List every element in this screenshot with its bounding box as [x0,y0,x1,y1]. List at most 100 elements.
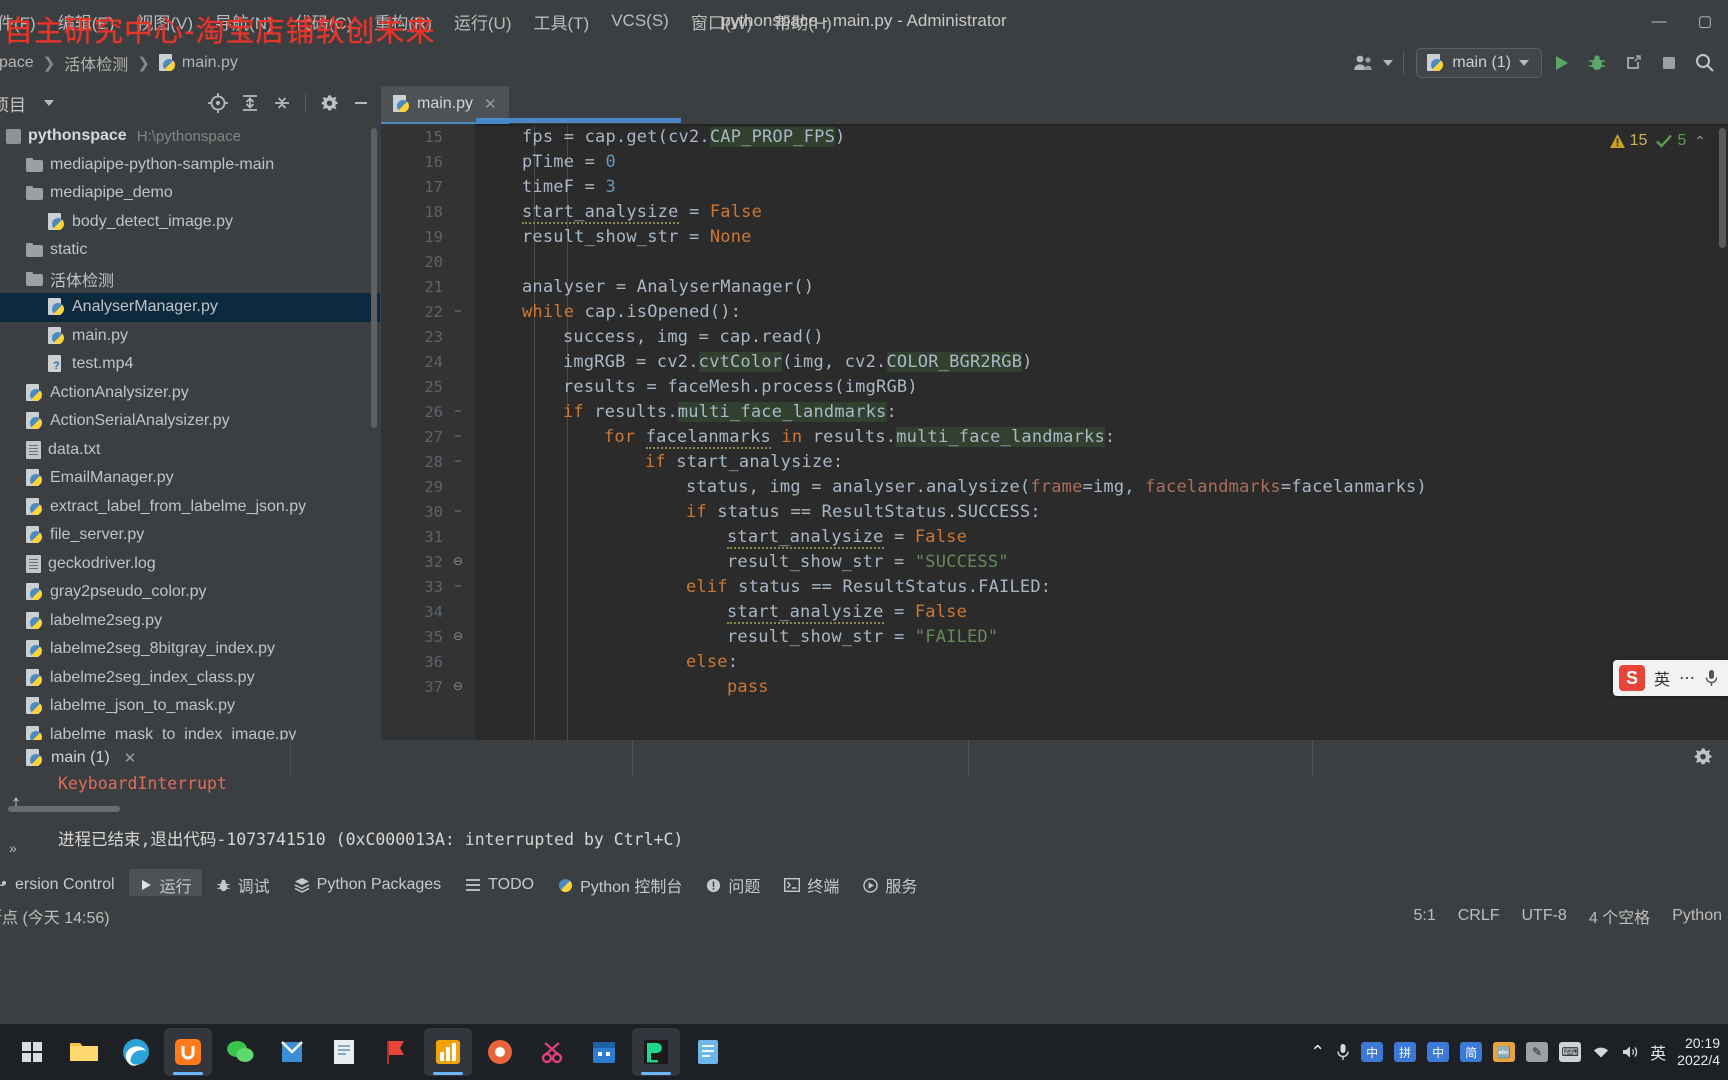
scroll-up-icon[interactable]: ↑ [10,790,36,818]
tree-row[interactable]: ActionSerialAnalysizer.py [0,407,380,436]
close-icon[interactable]: ✕ [124,749,137,767]
code-line[interactable]: 33− elif status == ResultStatus.FAILED: [381,574,1728,599]
run-console[interactable]: ↑ » KeyboardInterrupt 进程已结束,退出代码-1073741… [0,774,1728,866]
tree-row[interactable]: ? test.mp4 [0,350,380,379]
calendar-icon[interactable] [580,1028,628,1076]
pycharm-icon[interactable] [632,1028,680,1076]
code-line[interactable]: 15 fps = cap.get(cv2.CAP_PROP_FPS) [381,124,1728,149]
expand-all-icon[interactable] [235,89,265,117]
project-tree[interactable]: pythonspace H:\pythonspace mediapipe-pyt… [0,122,380,740]
ime-key-0[interactable]: 中 [1361,1042,1384,1062]
ok-indicator[interactable]: 5 [1655,132,1686,150]
ime-key-6[interactable]: ⌨ [1559,1042,1582,1062]
code-line[interactable]: 24 imgRGB = cv2.cvtColor(img, cv2.COLOR_B… [381,349,1728,374]
menu-window[interactable]: 窗口(W) [680,6,763,37]
wifi-icon[interactable] [1592,1044,1610,1060]
ime-key-4[interactable]: 🔤 [1493,1042,1516,1062]
menu-vcs[interactable]: VCS(S) [600,8,680,34]
menu-run[interactable]: 运行(U) [443,6,523,37]
tree-row[interactable]: labelme_json_to_mask.py [0,692,380,721]
code-line[interactable]: 20 [381,249,1728,274]
run-button[interactable] [1544,47,1578,79]
gear-icon[interactable] [314,89,344,117]
scroll-from-source-icon[interactable] [203,89,233,117]
browser2-icon[interactable] [476,1028,524,1076]
tree-row[interactable]: ActionAnalysizer.py [0,379,380,408]
python-interpreter[interactable]: Python [1672,907,1722,925]
ime-key-2[interactable]: 中 [1427,1042,1450,1062]
tree-row[interactable]: body_detect_image.py [0,208,380,237]
fold-marker-icon[interactable]: − [451,399,465,424]
project-tree-scrollbar[interactable] [371,128,377,428]
code-line[interactable]: 21 analyser = AnalyserManager() [381,274,1728,299]
editor-chevron-up-icon[interactable]: ⌃ [1694,133,1706,150]
tree-row[interactable]: 活体检测 [0,265,380,294]
project-chevron-down-icon[interactable] [44,100,54,106]
code-line[interactable]: 18 start_analysize = False [381,199,1728,224]
file-encoding[interactable]: UTF-8 [1522,907,1567,925]
wechat-icon[interactable] [216,1028,264,1076]
tree-row-selected[interactable]: AnalyserManager.py [0,293,380,322]
code-line[interactable]: 31 start_analysize = False [381,524,1728,549]
chart-icon[interactable] [424,1028,472,1076]
run-tab-main[interactable]: main (1) ✕ [14,740,148,776]
inspection-widget[interactable]: 15 5 ⌃ [1609,132,1706,150]
warning-indicator[interactable]: 15 [1609,132,1647,150]
ime-key-3[interactable]: 简 [1460,1042,1483,1062]
code-line[interactable]: 32 ⊖ result_show_str = "SUCCESS" [381,549,1728,574]
code-line[interactable]: 25 results = faceMesh.process(imgRGB) [381,374,1728,399]
fold-marker-icon[interactable]: − [451,499,465,524]
volume-icon[interactable] [1621,1044,1639,1060]
indent-setting[interactable]: 4 个空格 [1589,904,1650,928]
fold-marker-icon[interactable]: − [451,449,465,474]
minimize-button[interactable]: — [1636,0,1682,42]
tree-row[interactable]: geckodriver.log [0,550,380,579]
code-line[interactable]: 29 status, img = analyser.analysize(frame… [381,474,1728,499]
code-line[interactable]: 16 pTime = 0 [381,149,1728,174]
tree-row[interactable]: gray2pseudo_color.py [0,578,380,607]
code-line[interactable]: 27− for facelanmarks in results.multi_fac… [381,424,1728,449]
code-lines[interactable]: 15 fps = cap.get(cv2.CAP_PROP_FPS) 16 pTime… [381,124,1728,740]
flag-icon[interactable] [372,1028,420,1076]
tool-icon[interactable] [528,1028,576,1076]
ime-language-label[interactable]: 英 [1654,666,1670,690]
menu-view[interactable]: 视图(V) [125,6,204,37]
menu-file[interactable]: 件(F) [0,6,47,37]
search-icon[interactable] [1688,47,1722,79]
tray-language-label[interactable]: 英 [1650,1040,1666,1064]
code-line[interactable]: 35 ⊖ result_show_str = "FAILED" [381,624,1728,649]
code-line[interactable]: 17 timeF = 3 [381,174,1728,199]
tree-row[interactable]: mediapipe-python-sample-main [0,151,380,180]
code-line[interactable]: 19 result_show_str = None [381,224,1728,249]
code-line[interactable]: 28− if start_analysize: [381,449,1728,474]
explorer-icon[interactable] [60,1028,108,1076]
breadcrumb-item-0[interactable]: space [0,54,37,72]
tree-row[interactable]: EmailManager.py [0,464,380,493]
code-line[interactable]: 23 success, img = cap.read() [381,324,1728,349]
code-editor[interactable]: 15 fps = cap.get(cv2.CAP_PROP_FPS) 16 pTime… [381,124,1728,740]
note-icon[interactable] [684,1028,732,1076]
tray-chevron-up-icon[interactable]: ⌃ [1310,1042,1325,1063]
breadcrumb-item-1[interactable]: 活体检测 [61,51,131,75]
ime-key-5[interactable]: ✎ [1526,1042,1549,1062]
menu-help[interactable]: 帮助(H) [763,6,843,37]
foxmail-icon[interactable] [268,1028,316,1076]
tree-row[interactable]: file_server.py [0,521,380,550]
collapse-all-icon[interactable] [267,89,297,117]
stop-button[interactable] [1652,47,1686,79]
tree-row[interactable]: labelme2seg_index_class.py [0,664,380,693]
console-scroll-handle[interactable] [8,806,120,812]
maximize-button[interactable]: ▢ [1682,0,1728,42]
debug-button[interactable] [1580,47,1614,79]
menu-edit[interactable]: 编辑(E) [47,6,126,37]
close-icon[interactable]: ✕ [484,95,497,113]
notepad-icon[interactable] [320,1028,368,1076]
editor-scrollbar[interactable] [1719,128,1726,248]
code-line[interactable]: 36 else: [381,649,1728,674]
ime-widget[interactable]: S 英 ⋯ [1612,660,1728,696]
tree-row[interactable]: main.py [0,322,380,351]
fold-marker-icon[interactable]: ⊖ [451,549,465,574]
ime-key-1[interactable]: 拼 [1394,1042,1417,1062]
tree-row[interactable]: labelme_mask_to_index_image.py [0,721,380,740]
start-icon[interactable] [8,1028,56,1076]
